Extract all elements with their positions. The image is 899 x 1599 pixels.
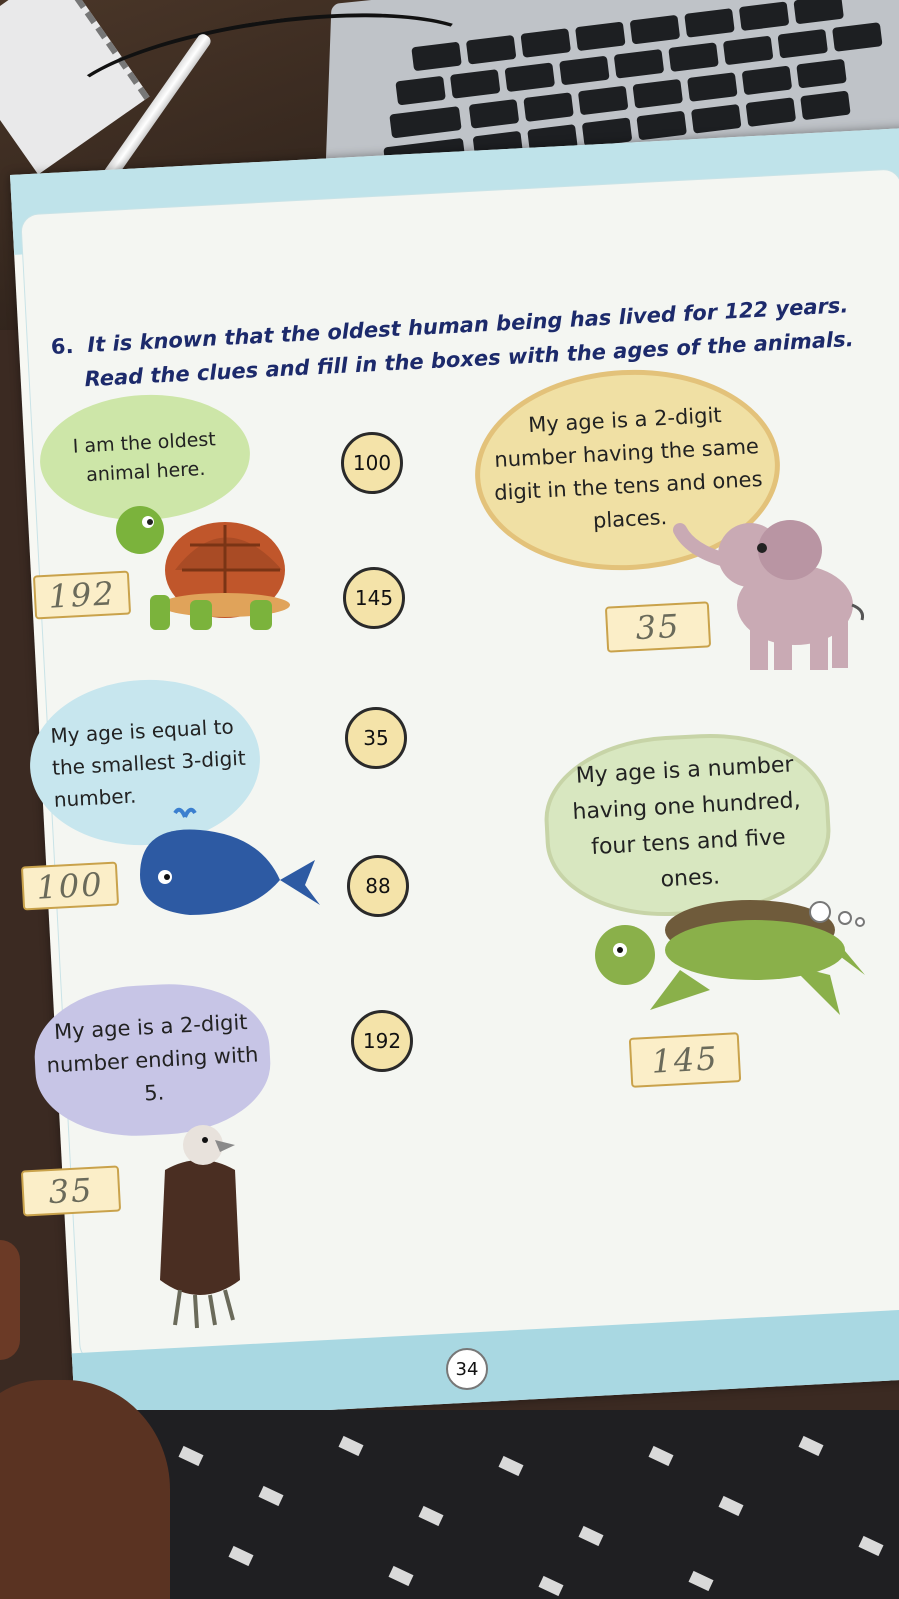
tortoise-answer-box[interactable]: 192 [32, 570, 132, 620]
option-circle: 35 [345, 707, 407, 769]
option-circle: 100 [341, 432, 403, 494]
vulture-clue: My age is a 2-digit number ending with 5… [46, 1009, 259, 1105]
option-circle: 145 [343, 567, 405, 629]
finger [0, 1240, 20, 1360]
whale-icon [140, 807, 320, 915]
tortoise-clue: I am the oldest animal here. [72, 427, 217, 486]
sea-turtle-answer-box[interactable]: 145 [628, 1032, 742, 1088]
option-circle: 88 [347, 855, 409, 917]
page-number: 34 [446, 1348, 488, 1390]
option-circle: 192 [351, 1010, 413, 1072]
sea-turtle-clue: My age is a number having one hundred, f… [571, 752, 802, 893]
elephant-icon [673, 520, 864, 670]
whale-answer-box[interactable]: 100 [20, 861, 120, 911]
tortoise-icon [116, 506, 290, 630]
vulture-icon [160, 1125, 240, 1329]
whale-clue: My age is equal to the smallest 3-digit … [49, 713, 247, 812]
sea-turtle-icon [595, 900, 865, 1015]
question-number: 6. [50, 333, 75, 359]
vulture-answer-box[interactable]: 35 [20, 1165, 122, 1217]
elephant-answer-box[interactable]: 35 [604, 601, 712, 653]
